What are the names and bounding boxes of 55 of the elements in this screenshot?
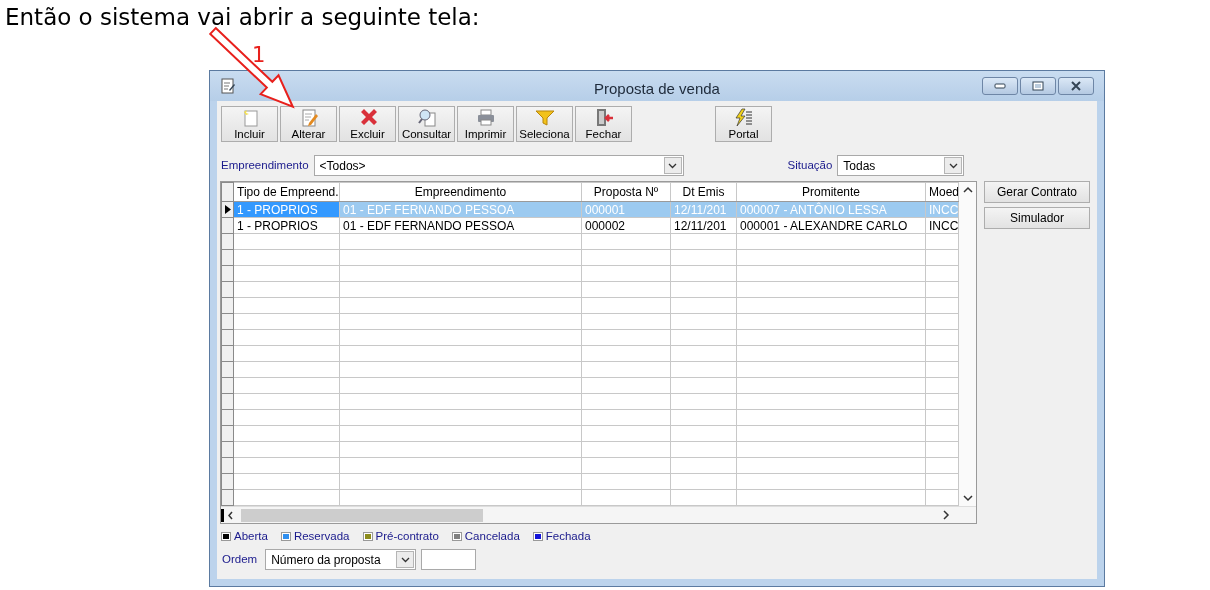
table-cell: 01 - EDF FERNANDO PESSOA [339,217,582,234]
legend-label: Aberta [234,528,268,544]
table-cell: 1 - PROPRIOS [233,217,340,234]
dropdown-field[interactable]: <Todos> [313,155,684,176]
lightning-icon [733,108,754,127]
legend-label: Fechada [545,528,591,544]
annotation-number: 1 [252,43,266,67]
side-button[interactable]: Gerar Contrato [984,181,1090,203]
toolbar-button[interactable]: Portal [715,106,772,142]
legend-label: Cancelada [464,528,520,544]
column-header[interactable]: Dt Emis [670,182,737,202]
toolbar-button[interactable]: Alterar [280,106,337,142]
legend-label: Pré-contrato [375,528,439,544]
caption-text: Então o sistema vai abrir a seguinte tela: [5,4,480,30]
horizontal-scrollbar[interactable] [221,506,976,523]
scroll-thumb[interactable] [241,508,483,522]
field-label: Ordem [222,551,258,567]
field-label: Situação [787,157,833,173]
maximize-button[interactable] [1020,77,1056,95]
scroll-down-icon[interactable] [962,495,973,502]
field-label: Empreendimento [221,157,309,173]
column-header[interactable]: Empreendimento [339,182,582,202]
window-title: Proposta de venda [594,79,720,99]
input-field[interactable] [421,549,477,570]
side-button[interactable]: Simulador [984,207,1090,229]
column-header[interactable]: Promitente [736,182,926,202]
toolbar-button[interactable]: Seleciona [516,106,573,142]
filter-icon [534,108,555,127]
vertical-scrollbar[interactable] [959,182,976,506]
toolbar-button[interactable]: Fechar [575,106,632,142]
app-icon [220,78,236,94]
toolbar-button[interactable]: Excluir [339,106,396,142]
scroll-right-icon[interactable] [942,510,950,520]
minimize-icon [994,83,1006,89]
minimize-button[interactable] [982,77,1018,95]
close-button[interactable] [1058,77,1094,95]
table-cell: 000001 - ALEXANDRE CARLO [736,217,926,234]
scroll-left-icon[interactable] [221,508,235,522]
close-icon [1070,81,1082,91]
maximize-icon [1032,81,1044,91]
table-cell: INCC [925,217,959,234]
column-header[interactable]: Tipo de Empreend. [233,182,340,202]
toolbar-button[interactable]: Consultar [398,106,455,142]
dropdown-field[interactable]: Número da proposta [265,549,417,570]
search-icon [416,108,437,127]
column-header[interactable]: Proposta Nº [581,182,671,202]
dropdown-field[interactable]: Todas [837,155,965,176]
table-cell: 12/11/201 [670,217,737,234]
toolbar-button[interactable]: Imprimir [457,106,514,142]
column-header[interactable]: Moed [925,182,959,202]
table-cell: 000002 [581,217,671,234]
printer-icon [475,108,496,127]
scroll-up-icon[interactable] [962,186,973,193]
toolbar-button[interactable]: Incluir [221,106,278,142]
legend-label: Reservada [293,528,350,544]
